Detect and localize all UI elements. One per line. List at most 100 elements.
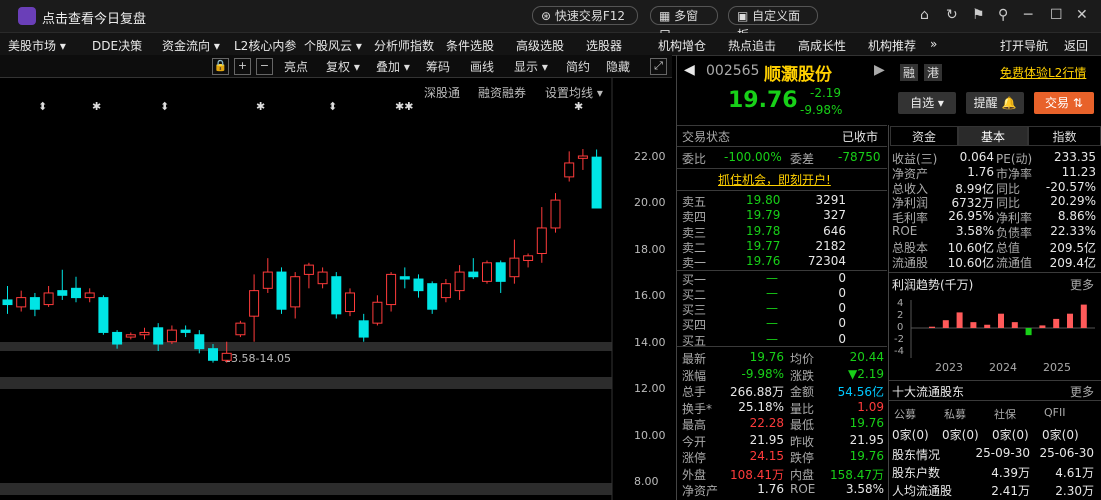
highlight-button[interactable]: 亮点: [284, 58, 308, 75]
menu-capital-flow[interactable]: 资金流向 ▾: [162, 37, 220, 54]
restore-rights-button[interactable]: 复权 ▾: [326, 58, 360, 75]
candle-body[interactable]: [139, 331, 150, 336]
menu-us-market[interactable]: 美股市场 ▾: [8, 37, 66, 54]
y-tick-label: 20.00: [634, 196, 666, 209]
next-stock-icon[interactable]: ▶: [874, 62, 885, 78]
candle-body[interactable]: [221, 352, 232, 361]
home-icon[interactable]: ⌂: [920, 7, 929, 23]
menu-institution-add[interactable]: 机构增仓: [658, 37, 706, 54]
candle-body[interactable]: [29, 297, 40, 310]
menu-analyst-index[interactable]: 分析师指数: [374, 37, 434, 54]
menu-l2[interactable]: L2核心内参: [234, 37, 296, 54]
open-account-banner[interactable]: 抓住机会，即刻开户!: [718, 171, 831, 188]
fund-value: 20.29%: [1050, 194, 1096, 209]
candle-body[interactable]: [2, 299, 13, 306]
menu-back[interactable]: 返回: [1064, 37, 1088, 54]
hide-button[interactable]: 隐藏: [606, 58, 630, 75]
multi-window-button[interactable]: ▦ 多窗口: [650, 6, 718, 42]
candle-body[interactable]: [249, 290, 260, 317]
menu-stock-news[interactable]: 个股风云 ▾: [304, 37, 362, 54]
candle-body[interactable]: [468, 271, 479, 278]
candle-body[interactable]: [413, 278, 424, 292]
refresh-icon[interactable]: ↻: [946, 7, 958, 23]
candle-body[interactable]: [495, 262, 506, 282]
draw-line-button[interactable]: 画线: [470, 58, 494, 75]
candle-body[interactable]: [454, 271, 465, 292]
display-button[interactable]: 显示 ▾: [514, 58, 548, 75]
hk-connect-tag[interactable]: 港: [924, 64, 943, 81]
candle-body[interactable]: [276, 271, 287, 310]
candle-body[interactable]: [262, 271, 273, 289]
candle-body[interactable]: [523, 255, 534, 261]
holders-more-link[interactable]: 更多: [1070, 383, 1094, 400]
menu-condition-select[interactable]: 条件选股: [446, 37, 494, 54]
candle-body[interactable]: [550, 199, 561, 229]
candle-body[interactable]: [84, 292, 95, 299]
candle-body[interactable]: [317, 271, 328, 285]
candle-body[interactable]: [208, 348, 218, 361]
tab-index[interactable]: 指数: [1028, 126, 1101, 146]
menu-growth[interactable]: 高成长性: [798, 37, 846, 54]
simple-button[interactable]: 简约: [566, 58, 590, 75]
candle-body[interactable]: [303, 264, 314, 275]
zoom-in-icon[interactable]: +: [234, 58, 251, 75]
quick-trade-button[interactable]: ⊛ 快速交易F12: [532, 6, 638, 25]
menu-advanced-select[interactable]: 高级选股: [516, 37, 564, 54]
candle-body[interactable]: [399, 276, 410, 280]
shirt-icon[interactable]: ⚑: [972, 7, 985, 23]
candle-body[interactable]: [372, 301, 383, 324]
candle-body[interactable]: [591, 156, 602, 209]
menu-selector[interactable]: 选股器: [586, 37, 622, 54]
candle-body[interactable]: [153, 327, 164, 345]
candle-body[interactable]: [57, 290, 68, 296]
candle-body[interactable]: [125, 334, 136, 338]
candle-body[interactable]: [345, 292, 355, 313]
candle-body[interactable]: [71, 287, 81, 299]
alert-button[interactable]: 提醒 🔔: [966, 92, 1024, 114]
menu-more[interactable]: »: [930, 37, 937, 51]
menu-open-nav[interactable]: 打开导航: [1000, 37, 1048, 54]
candle-body[interactable]: [440, 283, 451, 299]
candle-body[interactable]: [290, 276, 301, 308]
minimize-icon[interactable]: ─: [1024, 7, 1032, 23]
candle-body[interactable]: [16, 297, 27, 308]
margin-tag[interactable]: 融: [900, 64, 919, 81]
tab-capital[interactable]: 资金: [890, 126, 958, 146]
maximize-icon[interactable]: ☐: [1050, 7, 1063, 23]
candle-body[interactable]: [482, 262, 492, 282]
candle-body[interactable]: [577, 155, 588, 159]
overlay-button[interactable]: 叠加 ▾: [376, 58, 410, 75]
candle-body[interactable]: [358, 320, 369, 338]
menu-dde[interactable]: DDE决策: [92, 37, 142, 54]
l2-promo-link[interactable]: 免费体验L2行情: [1000, 64, 1086, 81]
tab-basic[interactable]: 基本: [958, 126, 1028, 146]
zoom-out-icon[interactable]: −: [256, 58, 273, 75]
menu-hotspot[interactable]: 热点追击: [728, 37, 776, 54]
trade-button[interactable]: 交易 ⇅: [1034, 92, 1094, 114]
candle-body[interactable]: [194, 334, 205, 350]
candle-body[interactable]: [235, 322, 246, 336]
close-icon[interactable]: ✕: [1076, 7, 1088, 23]
candle-body[interactable]: [98, 297, 109, 333]
candle-body[interactable]: [166, 329, 177, 343]
pin-icon[interactable]: ⚲: [998, 7, 1008, 23]
candle-body[interactable]: [536, 227, 547, 254]
prev-stock-icon[interactable]: ◀: [684, 62, 695, 78]
candle-body[interactable]: [386, 273, 397, 306]
candle-body[interactable]: [43, 292, 54, 306]
fullscreen-icon[interactable]: ⤢: [650, 58, 667, 75]
candle-body[interactable]: [112, 331, 123, 345]
stat-label: 最新: [682, 352, 707, 366]
lock-icon[interactable]: 🔒: [212, 58, 229, 75]
review-link[interactable]: 点击查看今日复盘: [42, 8, 146, 27]
candle-body[interactable]: [427, 283, 438, 310]
candle-body[interactable]: [509, 257, 520, 278]
profit-more-link[interactable]: 更多: [1070, 276, 1094, 293]
candle-body[interactable]: [564, 162, 575, 178]
menu-institution-recommend[interactable]: 机构推荐: [868, 37, 916, 54]
candle-body[interactable]: [180, 329, 191, 333]
chips-button[interactable]: 筹码: [426, 58, 450, 75]
custom-panel-button[interactable]: ▣ 自定义面板: [728, 6, 818, 42]
candle-body[interactable]: [331, 276, 342, 315]
watchlist-button[interactable]: 自选 ▾: [898, 92, 956, 114]
